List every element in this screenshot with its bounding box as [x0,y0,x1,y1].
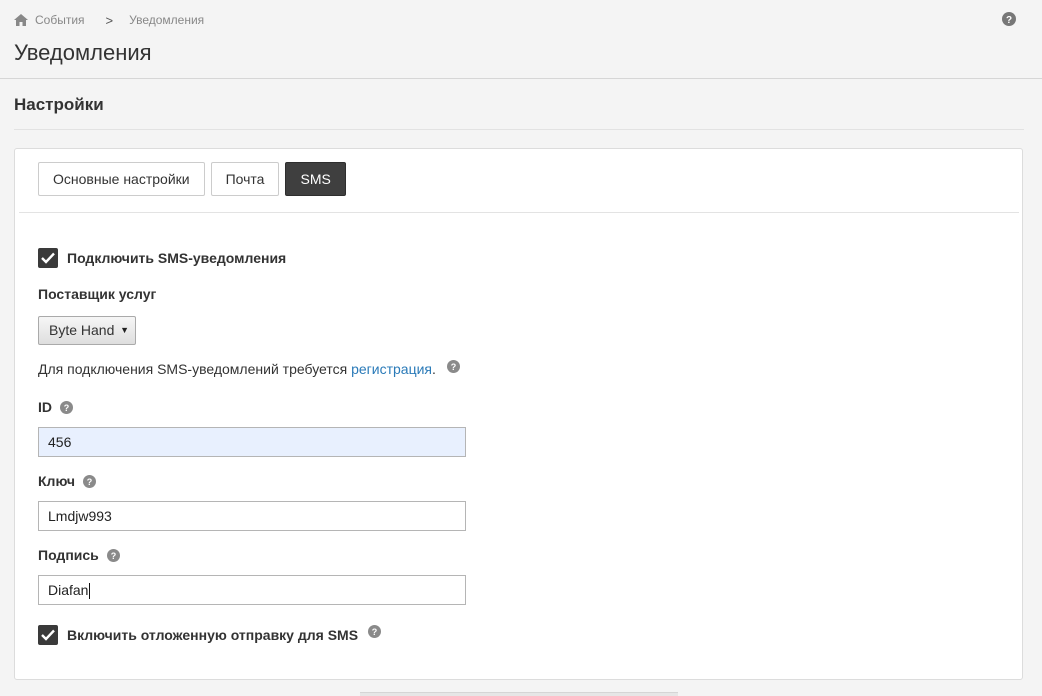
enable-sms-row: Подключить SMS-уведомления [38,248,286,268]
text-caret [89,583,91,600]
registration-info-text: Для подключения SMS-уведомлений требуетс… [38,361,352,377]
page-title: Уведомления [14,40,152,65]
registration-link[interactable]: регистрация [351,361,432,377]
section-divider [14,129,1024,130]
tab-mail[interactable]: Почта [210,162,280,196]
key-label: Ключ ? [38,473,96,489]
tab-bar: Основные настройки Почта SMS [38,162,352,196]
title-divider [0,78,1042,79]
dropdown-arrow-icon: ▼ [120,325,129,335]
delayed-sms-checkbox[interactable] [38,625,58,645]
signature-input[interactable]: Diafan [38,575,466,605]
key-input[interactable]: Lmdjw993 [38,501,466,531]
svg-text:?: ? [451,362,457,372]
home-icon[interactable] [14,14,28,26]
help-icon[interactable]: ? [60,400,73,414]
signature-label-text: Подпись [38,547,99,563]
breadcrumb-item-notifications[interactable]: Уведомления [129,13,204,27]
svg-text:?: ? [111,551,117,561]
help-icon[interactable]: ? [368,624,382,638]
help-icon[interactable]: ? [446,359,460,373]
svg-text:?: ? [1006,15,1012,26]
svg-text:?: ? [64,403,70,413]
enable-sms-checkbox[interactable] [38,248,58,268]
save-bar-edge [360,692,678,696]
key-label-text: Ключ [38,473,75,489]
provider-select-value: Byte Hand [49,322,115,338]
svg-text:?: ? [372,627,378,637]
provider-label-text: Поставщик услуг [38,286,157,302]
tab-sms[interactable]: SMS [285,162,346,196]
id-label: ID ? [38,399,73,415]
check-icon [41,629,55,641]
id-input[interactable]: 456 [38,427,466,457]
section-title: Настройки [14,95,104,114]
tab-general-settings[interactable]: Основные настройки [38,162,205,196]
id-input-value: 456 [48,434,72,450]
tabs-divider [19,212,1019,213]
help-icon[interactable]: ? [1002,12,1016,26]
provider-select[interactable]: Byte Hand ▼ [38,316,136,345]
key-input-value: Lmdjw993 [48,508,112,524]
breadcrumb-item-events[interactable]: События [35,13,85,27]
id-label-text: ID [38,399,52,415]
provider-label: Поставщик услуг [38,286,156,302]
svg-text:?: ? [87,477,93,487]
registration-info-suffix: . [432,361,436,377]
settings-panel: Основные настройки Почта SMS Подключить … [14,148,1023,680]
delayed-sms-label: Включить отложенную отправку для SMS [67,627,359,643]
signature-label: Подпись ? [38,547,120,563]
check-icon [41,252,55,264]
help-icon[interactable]: ? [83,474,96,488]
breadcrumb-separator: > [105,12,114,28]
help-icon[interactable]: ? [106,548,120,562]
registration-info: Для подключения SMS-уведомлений требуетс… [38,359,460,377]
signature-input-value: Diafan [48,582,89,598]
enable-sms-label: Подключить SMS-уведомления [67,250,287,266]
delayed-sms-row: Включить отложенную отправку для SMS ? [38,624,382,645]
breadcrumb: События > Уведомления [14,12,204,28]
